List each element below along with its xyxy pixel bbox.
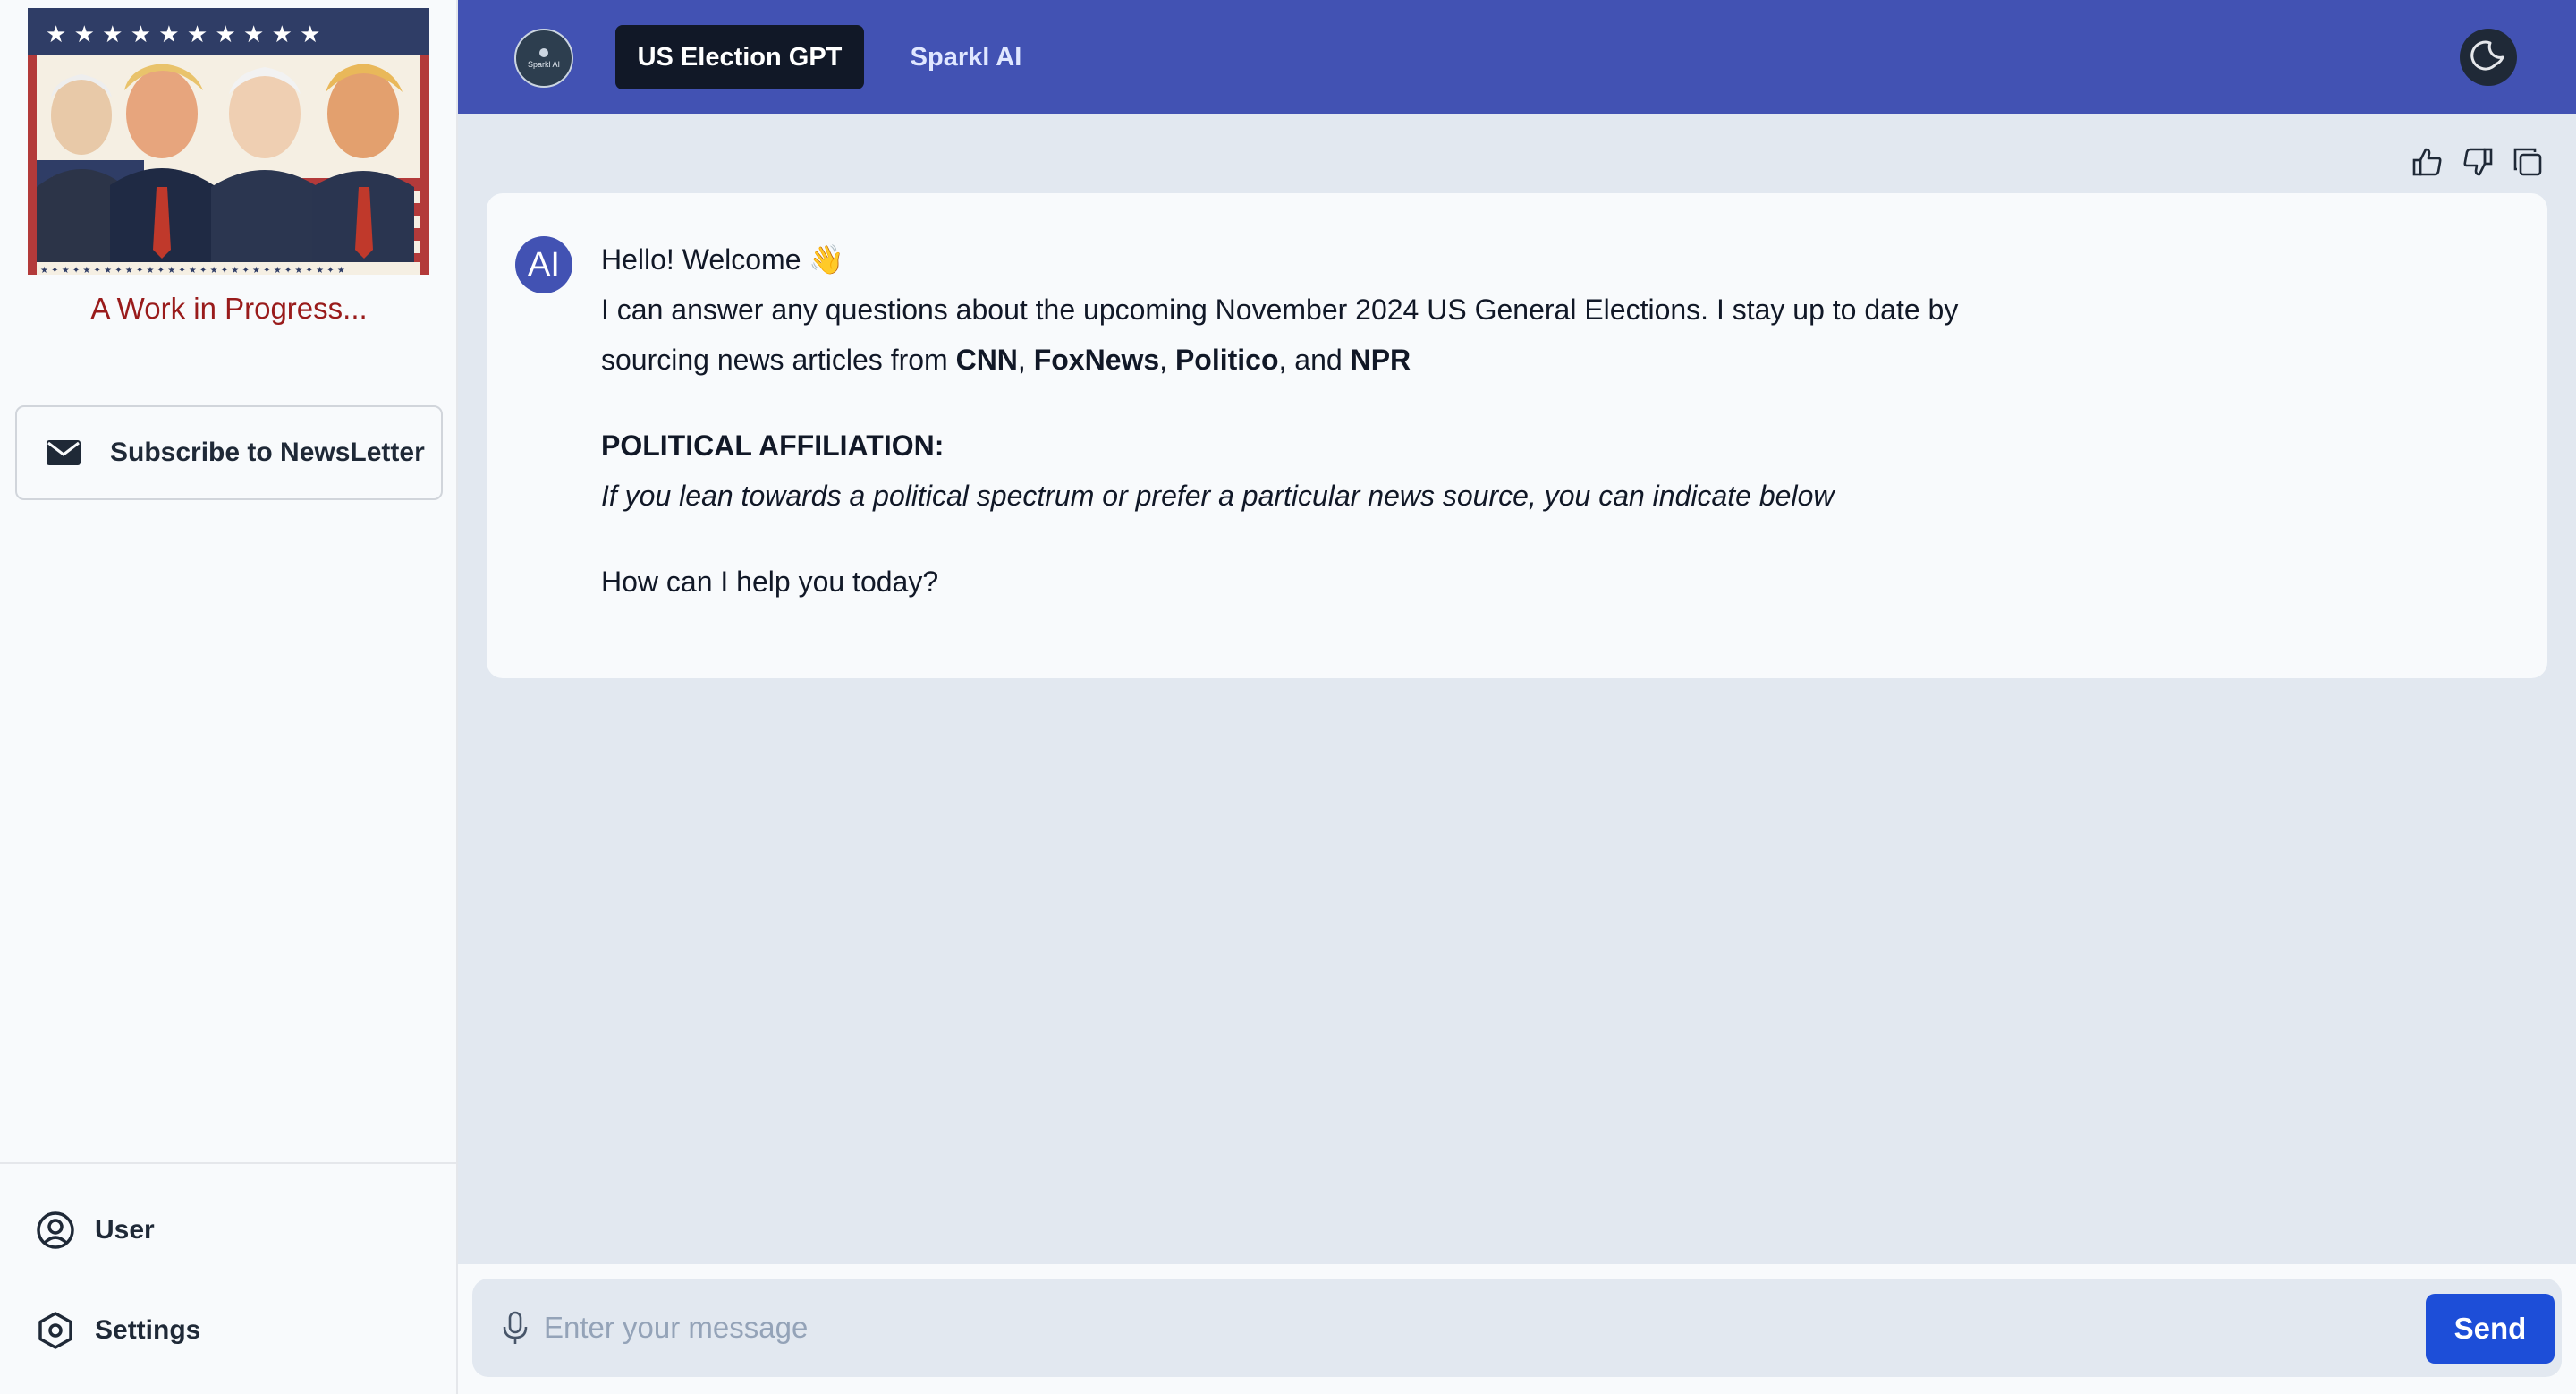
svg-text:★ ✦ ★ ✦ ★ ✦ ★ ✦ ★ ✦ ★ ✦ ★ ✦ ★: ★ ✦ ★ ✦ ★ ✦ ★ ✦ ★ ✦ ★ ✦ ★ ✦ ★ ✦ ★ ✦ ★ ✦ … <box>40 266 345 275</box>
thumbs-up-icon[interactable] <box>2410 144 2445 180</box>
subscribe-newsletter-button[interactable]: Subscribe to NewsLetter <box>15 405 443 500</box>
sidebar-item-label: Settings <box>95 1315 201 1345</box>
sidebar: ★ ★ ★ ★ ★ ★ ★ ★ ★ ★ ★ ★ ★ ★ ★ ★ ★ ★ ★ <box>0 0 458 1394</box>
affiliation-text: If you lean towards a political spectrum… <box>601 480 1835 512</box>
tab-us-election-gpt[interactable]: US Election GPT <box>615 25 864 89</box>
ai-avatar: AI <box>515 236 572 293</box>
message-composer: Send <box>458 1264 2576 1394</box>
source-npr: NPR <box>1350 344 1411 376</box>
source-separator: , and <box>1278 344 1351 376</box>
subscribe-label: Subscribe to NewsLetter <box>110 438 425 467</box>
input-bar: Send <box>472 1279 2562 1377</box>
sidebar-item-user[interactable]: User <box>36 1211 155 1250</box>
tab-sparkl-ai[interactable]: Sparkl AI <box>886 25 1046 89</box>
message-body: Hello! Welcome 👋 I can answer any questi… <box>601 234 2032 607</box>
tagline: A Work in Progress... <box>90 292 368 325</box>
user-circle-icon <box>36 1211 75 1250</box>
ai-message: AI Hello! Welcome 👋 I can answer any que… <box>487 193 2547 678</box>
message-input[interactable] <box>544 1296 2386 1359</box>
moon-icon <box>2469 38 2508 77</box>
thumbs-down-icon[interactable] <box>2460 144 2496 180</box>
svg-text:★ ★ ★ ★ ★ ★ ★ ★ ★ ★: ★ ★ ★ ★ ★ ★ ★ ★ ★ ★ <box>46 21 320 48</box>
waving-hand-icon: 👋 <box>809 243 845 276</box>
source-separator: , <box>1017 344 1034 376</box>
affiliation-heading: POLITICAL AFFILIATION: <box>601 429 945 462</box>
microphone-icon[interactable] <box>499 1310 531 1346</box>
source-cnn: CNN <box>955 344 1018 376</box>
election-banner-image: ★ ★ ★ ★ ★ ★ ★ ★ ★ ★ ★ ★ ★ ★ ★ ★ ★ ★ ★ <box>28 8 429 275</box>
source-foxnews: FoxNews <box>1033 344 1160 376</box>
send-button[interactable]: Send <box>2426 1294 2555 1364</box>
closing-question: How can I help you today? <box>601 565 939 598</box>
sparkl-logo[interactable]: Sparkl AI <box>514 29 573 88</box>
logo-mark-icon <box>539 47 548 57</box>
source-separator: , <box>1159 344 1175 376</box>
chat-area: AI Hello! Welcome 👋 I can answer any que… <box>458 114 2576 1264</box>
logo-text: Sparkl AI <box>527 59 561 69</box>
greeting-text: Hello! Welcome <box>601 243 801 276</box>
top-header: Sparkl AI US Election GPT Sparkl AI <box>458 0 2576 114</box>
sidebar-bottom-nav: User Settings <box>0 1162 458 1394</box>
envelope-icon <box>46 439 81 466</box>
intro-paragraph: I can answer any questions about the upc… <box>601 285 2032 385</box>
greeting-line: Hello! Welcome 👋 <box>601 234 2032 285</box>
source-politico: Politico <box>1174 344 1279 376</box>
sidebar-item-label: User <box>95 1215 155 1245</box>
copy-icon[interactable] <box>2510 144 2546 180</box>
settings-hexagon-icon <box>36 1311 75 1350</box>
sidebar-item-settings[interactable]: Settings <box>36 1311 200 1350</box>
theme-toggle-button[interactable] <box>2460 29 2517 86</box>
